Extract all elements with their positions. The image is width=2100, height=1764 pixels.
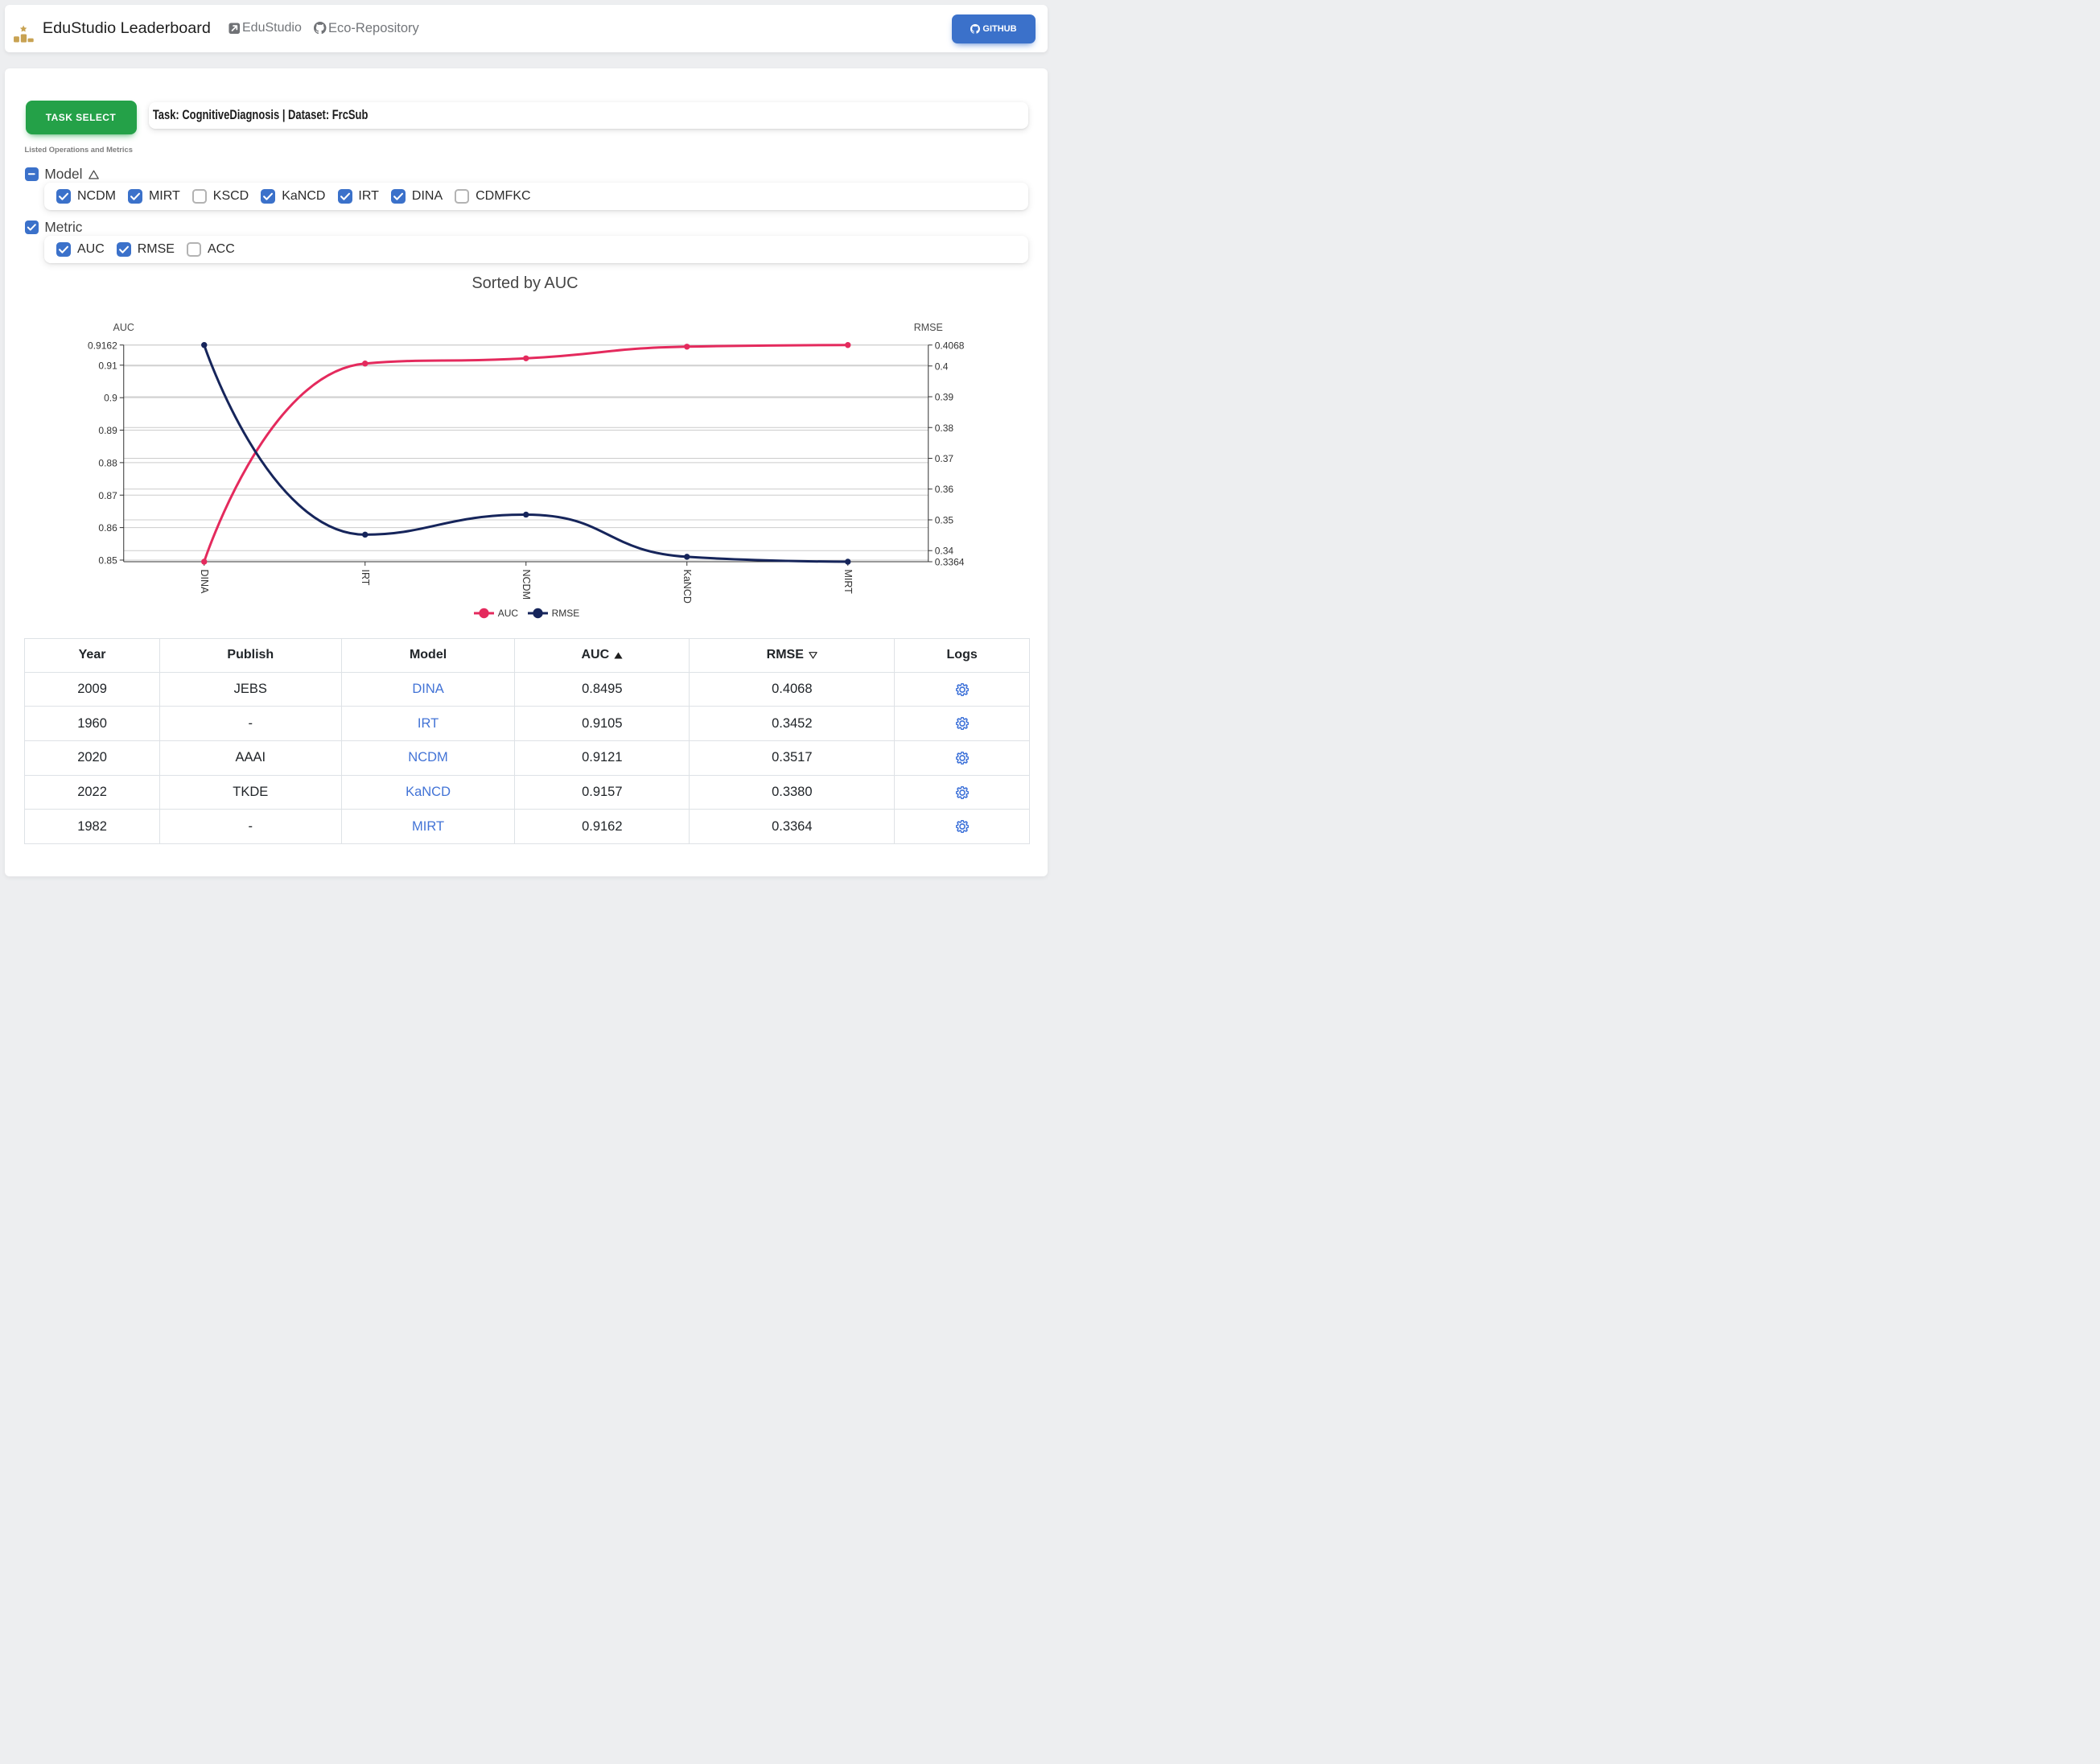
svg-text:0.87: 0.87 (98, 490, 117, 501)
svg-text:0.86: 0.86 (98, 522, 117, 534)
svg-text:0.4068: 0.4068 (935, 340, 965, 351)
svg-text:0.9162: 0.9162 (88, 340, 117, 351)
svg-text:KaNCD: KaNCD (681, 570, 693, 604)
svg-text:0.9: 0.9 (104, 393, 117, 404)
svg-text:0.34: 0.34 (935, 546, 954, 557)
svg-text:MIRT: MIRT (842, 570, 854, 595)
svg-text:AUC: AUC (113, 322, 134, 333)
svg-text:0.36: 0.36 (935, 484, 954, 495)
svg-text:0.4: 0.4 (935, 361, 949, 372)
svg-text:RMSE: RMSE (914, 322, 943, 333)
svg-text:0.88: 0.88 (98, 457, 117, 468)
svg-text:0.37: 0.37 (935, 453, 954, 464)
svg-text:0.85: 0.85 (98, 554, 117, 566)
svg-text:0.39: 0.39 (935, 392, 954, 403)
svg-text:0.91: 0.91 (98, 360, 117, 371)
svg-text:0.38: 0.38 (935, 422, 954, 434)
svg-text:IRT: IRT (360, 570, 371, 586)
svg-text:0.3364: 0.3364 (935, 557, 965, 568)
svg-text:DINA: DINA (199, 570, 210, 595)
svg-text:NCDM: NCDM (521, 570, 532, 600)
svg-text:0.89: 0.89 (98, 425, 117, 436)
svg-text:0.35: 0.35 (935, 514, 954, 525)
